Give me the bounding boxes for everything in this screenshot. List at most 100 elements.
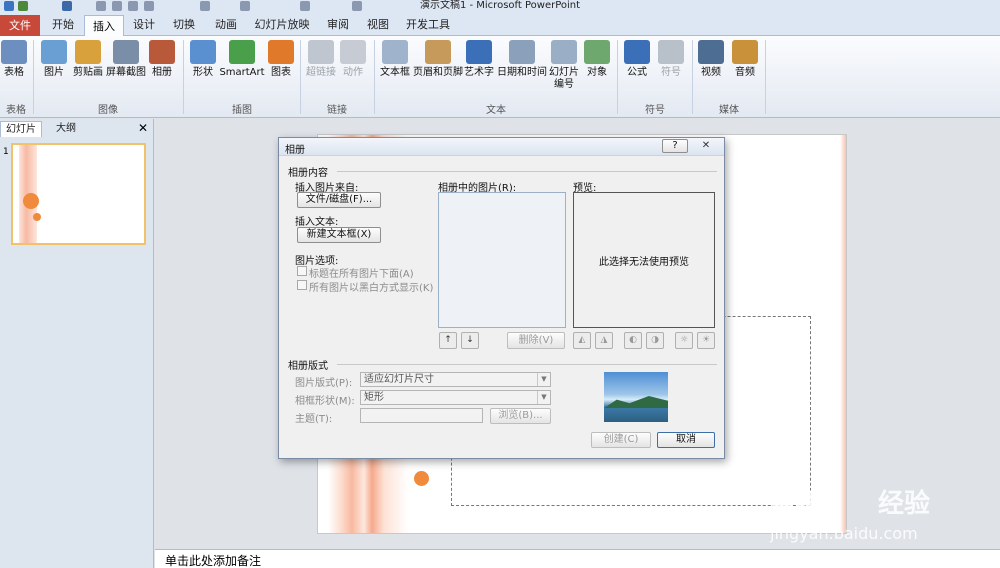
symbol-button[interactable]: 符号: [656, 40, 686, 102]
group-links: 链接: [327, 105, 347, 116]
theme-label: 主题(T):: [295, 414, 333, 425]
help-icon: ?: [672, 140, 678, 151]
table-button[interactable]: 表格: [0, 40, 28, 102]
watermark-brand-suffix: 经验: [878, 489, 931, 519]
header-footer-button[interactable]: 页眉和页脚: [413, 40, 463, 102]
slide-number-icon: [551, 40, 577, 64]
datetime-button[interactable]: 日期和时间: [496, 40, 548, 102]
contrast-down-button[interactable]: ◑: [646, 332, 664, 349]
slide-thumbnail[interactable]: [11, 143, 146, 245]
dialog-title: 相册: [285, 145, 305, 156]
group-illustrations: 插图: [232, 105, 252, 116]
brightness-up-button[interactable]: ☼: [675, 332, 693, 349]
caption-below-checkbox[interactable]: [297, 266, 307, 276]
notes-pane[interactable]: 单击此处添加备注: [155, 549, 1000, 568]
audio-button[interactable]: 音频: [730, 40, 760, 102]
tab-insert[interactable]: 插入: [84, 15, 124, 37]
ribbon: 表格 表格 图片 剪贴画 屏幕截图 相册 图像 形状 SmartArt 图表 插…: [0, 36, 1000, 118]
move-up-button[interactable]: ↑: [439, 332, 457, 349]
shapes-button[interactable]: 形状: [187, 40, 219, 102]
browse-button[interactable]: 浏览(B)...: [490, 408, 551, 424]
new-textbox-button[interactable]: 新建文本框(X): [297, 227, 381, 243]
action-button[interactable]: 动作: [338, 40, 368, 102]
video-button[interactable]: 视频: [696, 40, 726, 102]
circle-decoration: [414, 471, 429, 486]
move-down-button[interactable]: ↓: [461, 332, 479, 349]
content-section-label: 相册内容: [288, 168, 328, 179]
screenshot-button[interactable]: 屏幕截图: [106, 40, 146, 102]
hyperlink-button[interactable]: 超链接: [304, 40, 338, 102]
ribbon-divider: [183, 40, 184, 114]
tab-slides[interactable]: 幻灯片: [0, 121, 42, 137]
theme-input[interactable]: [360, 408, 483, 423]
tab-view[interactable]: 视图: [362, 14, 394, 36]
close-button[interactable]: ✕: [693, 139, 719, 153]
action-icon: [340, 40, 366, 64]
ribbon-divider: [300, 40, 301, 114]
shapes-icon: [190, 40, 216, 64]
album-button[interactable]: 相册: [148, 40, 176, 102]
contrast-up-button[interactable]: ◐: [624, 332, 642, 349]
rotate-left-button[interactable]: ◭: [573, 332, 591, 349]
group-tables: 表格: [6, 105, 26, 116]
help-button[interactable]: ?: [662, 139, 688, 153]
rotate-right-icon: ◮: [600, 335, 608, 345]
cancel-button[interactable]: 取消: [657, 432, 715, 448]
picture-icon: [41, 40, 67, 64]
file-disk-button[interactable]: 文件/磁盘(F)...: [297, 192, 381, 208]
wordart-button[interactable]: 艺术字: [463, 40, 495, 102]
picture-layout-select[interactable]: 适应幻灯片尺寸 ▼: [360, 372, 551, 387]
chevron-down-icon: ▼: [537, 391, 550, 404]
frame-shape-select[interactable]: 矩形 ▼: [360, 390, 551, 405]
ribbon-divider: [617, 40, 618, 114]
black-white-checkbox[interactable]: [297, 280, 307, 290]
remove-button[interactable]: 删除(V): [507, 332, 565, 349]
tab-transitions[interactable]: 切换: [166, 14, 202, 36]
brightness-down-button[interactable]: ☀: [697, 332, 715, 349]
preview-message: 此选择无法使用预览: [599, 257, 689, 268]
clipart-button[interactable]: 剪贴画: [70, 40, 106, 102]
preview-box: 此选择无法使用预览: [573, 192, 715, 328]
tab-design[interactable]: 设计: [126, 14, 162, 36]
create-button[interactable]: 创建(C): [591, 432, 651, 448]
chart-button[interactable]: 图表: [266, 40, 296, 102]
tab-review[interactable]: 审阅: [318, 14, 358, 36]
tab-outline[interactable]: 大纲: [44, 121, 88, 137]
textbox-icon: [382, 40, 408, 64]
picture-button[interactable]: 图片: [38, 40, 70, 102]
group-media: 媒体: [719, 105, 739, 116]
tab-home[interactable]: 开始: [44, 14, 82, 36]
textbox-button[interactable]: 文本框: [377, 40, 413, 102]
slide-edge-accent: [840, 135, 846, 533]
rotate-left-icon: ◭: [578, 335, 586, 345]
chart-icon: [268, 40, 294, 64]
frame-shape-label: 相框形状(M):: [295, 396, 355, 407]
pictures-listbox[interactable]: [438, 192, 566, 328]
brightness-down-icon: ☀: [701, 335, 711, 345]
smartart-button[interactable]: SmartArt: [218, 40, 266, 102]
circle-decoration: [23, 193, 39, 209]
tab-developer[interactable]: 开发工具: [400, 14, 456, 36]
section-divider: [337, 171, 717, 172]
contrast-up-icon: ◐: [629, 335, 637, 345]
layout-preview-image: [604, 372, 668, 422]
close-icon: ✕: [701, 140, 711, 151]
section-divider: [337, 364, 717, 365]
slide-number-button[interactable]: 幻灯片 编号: [548, 40, 580, 102]
hyperlink-icon: [308, 40, 334, 64]
chevron-down-icon: ▼: [537, 373, 550, 386]
album-icon: [149, 40, 175, 64]
tab-animations[interactable]: 动画: [206, 14, 246, 36]
tab-slideshow[interactable]: 幻灯片放映: [250, 14, 314, 36]
speaker-icon: [732, 40, 758, 64]
group-text: 文本: [486, 105, 506, 116]
object-button[interactable]: 对象: [582, 40, 612, 102]
rotate-right-button[interactable]: ◮: [595, 332, 613, 349]
header-footer-icon: [425, 40, 451, 64]
equation-button[interactable]: 公式: [622, 40, 652, 102]
dialog-title-bar: 相册 ? ✕: [279, 138, 724, 156]
tab-file[interactable]: 文件: [0, 15, 40, 36]
ribbon-tabs: 开始 设计 切换 动画 幻灯片放映 审阅 视图 开发工具: [0, 14, 1000, 36]
title-bar: 演示文稿1 - Microsoft PowerPoint: [0, 0, 1000, 14]
close-icon[interactable]: ✕: [136, 121, 150, 135]
